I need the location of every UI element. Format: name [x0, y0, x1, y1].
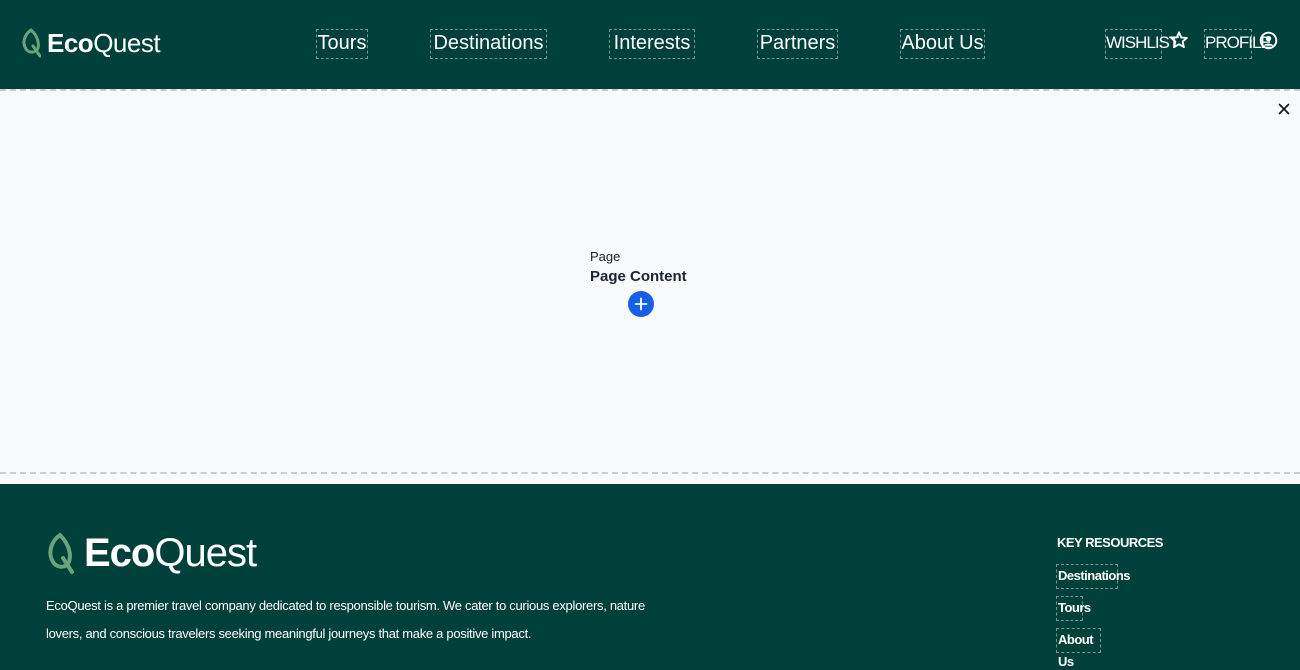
footer-logo-text: EcoQuest — [84, 531, 257, 575]
add-content-button[interactable] — [628, 291, 654, 317]
site-header: EcoQuest Tours Destinations Interests Pa… — [0, 0, 1300, 89]
leaf-icon — [22, 28, 41, 58]
footer-logo[interactable]: EcoQuest — [46, 531, 257, 576]
key-resources-heading: KEY RESOURCES — [1057, 535, 1163, 550]
footer-link-about-us[interactable]: About Us — [1056, 628, 1101, 669]
content-divider — [0, 472, 1300, 474]
nav-partners[interactable]: Partners — [757, 29, 838, 59]
leaf-icon — [48, 531, 74, 574]
site-footer: EcoQuest EcoQuest is a premier travel co… — [0, 484, 1300, 670]
plus-icon — [634, 297, 648, 311]
footer-link-destinations[interactable]: Destinations — [1056, 564, 1131, 589]
nav-interests[interactable]: Interests — [609, 29, 695, 59]
page-label: Page — [590, 249, 621, 264]
logo-text: EcoQuest — [47, 27, 161, 58]
user-circle-icon[interactable] — [1259, 31, 1278, 50]
nav-destinations[interactable]: Destinations — [430, 29, 547, 59]
wishlist-link[interactable]: WISHLIST — [1105, 29, 1179, 59]
profile-link[interactable]: PROFILE — [1204, 29, 1272, 59]
footer-description: EcoQuest is a premier travel company ded… — [46, 598, 645, 641]
footer-link-tours[interactable]: Tours — [1056, 596, 1091, 621]
header-divider — [0, 89, 1300, 91]
nav-about-us[interactable]: About Us — [900, 29, 985, 59]
star-icon[interactable] — [1169, 30, 1189, 50]
header-logo[interactable]: EcoQuest — [21, 26, 161, 60]
close-icon[interactable] — [1276, 101, 1292, 117]
nav-tours[interactable]: Tours — [316, 29, 368, 59]
page-content-title: Page Content — [590, 268, 687, 285]
